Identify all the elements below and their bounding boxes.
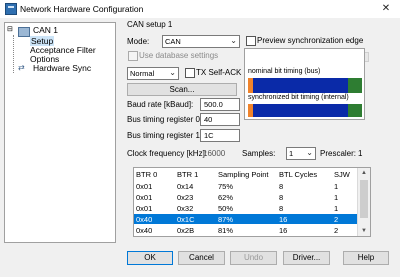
table-row[interactable]: 0x40 0x1C 87% 16 2 xyxy=(134,214,359,224)
col-header-sampling-point[interactable]: Sampling Point xyxy=(218,170,268,179)
bit-timing-panel: nominal bit timing (bus) synchronized bi… xyxy=(244,48,365,120)
cell-btl-cycles: 16 xyxy=(279,215,288,224)
cell-btr0: 0x40 xyxy=(136,215,153,224)
sync-prop-segment xyxy=(253,104,348,117)
collapse-icon[interactable]: ⊟ xyxy=(7,25,13,33)
samples-select[interactable]: 1 ⌄ xyxy=(286,147,316,160)
cell-btr1: 0x23 xyxy=(177,193,194,202)
table-row[interactable]: 0x01 0x14 75% 8 1 xyxy=(134,181,357,191)
scroll-down-icon[interactable]: ▼ xyxy=(358,226,370,236)
output-mode-select[interactable]: Normal ⌄ xyxy=(127,67,179,80)
cell-btr0: 0x01 xyxy=(136,204,153,213)
col-header-btr0[interactable]: BTR 0 xyxy=(136,170,157,179)
chevron-down-icon: ⌄ xyxy=(169,68,176,77)
nominal-phase2-segment xyxy=(348,78,362,93)
cell-btl-cycles: 16 xyxy=(279,226,288,235)
preview-sync-checkbox[interactable] xyxy=(246,36,256,46)
cell-btl-cycles: 8 xyxy=(279,182,284,191)
tree-line xyxy=(13,35,15,73)
table-scrollbar[interactable]: ▲ ▼ xyxy=(357,168,370,236)
app-icon xyxy=(5,3,17,15)
btr1-value: 1C xyxy=(204,131,214,140)
cancel-button[interactable]: Cancel xyxy=(178,251,225,265)
btr0-input[interactable]: 40 xyxy=(200,113,240,126)
col-header-sjw[interactable]: SJW xyxy=(334,170,350,179)
group-title: CAN setup 1 xyxy=(127,20,173,29)
mode-value: CAN xyxy=(165,37,181,46)
sync-icon: ⇄ xyxy=(18,63,25,72)
btr1-input[interactable]: 1C xyxy=(200,129,240,142)
table-row[interactable]: 0x01 0x32 50% 8 1 xyxy=(134,203,357,213)
prescaler-value: 1 xyxy=(358,149,363,158)
cell-sampling-point: 87% xyxy=(218,215,234,224)
clock-value: 16000 xyxy=(203,149,226,158)
undo-button[interactable]: Undo xyxy=(230,251,277,265)
cell-btr1: 0x2B xyxy=(177,226,195,235)
cell-btr1: 0x14 xyxy=(177,182,194,191)
window-title: Network Hardware Configuration xyxy=(20,4,144,14)
driver-button[interactable]: Driver... xyxy=(283,251,330,265)
btr0-value: 40 xyxy=(204,115,213,124)
table-row[interactable]: 0x01 0x23 62% 8 1 xyxy=(134,192,357,202)
use-db-label: Use database settings xyxy=(139,51,219,60)
help-button[interactable]: Help xyxy=(343,251,389,265)
cell-btl-cycles: 8 xyxy=(279,193,284,202)
output-mode-value: Normal xyxy=(130,69,155,78)
baud-rate-input[interactable]: 500.0 xyxy=(200,98,240,111)
tx-self-ack-label: TX Self-ACK xyxy=(196,68,242,77)
prescaler-label: Prescaler: xyxy=(320,149,357,158)
clock-label: Clock frequency [kHz]: xyxy=(127,149,208,158)
samples-label: Samples: xyxy=(242,149,276,158)
chevron-down-icon: ⌄ xyxy=(306,148,313,157)
btr0-label: Bus timing register 0: xyxy=(127,115,203,124)
mode-label: Mode: xyxy=(127,37,150,46)
nominal-prop-segment xyxy=(253,78,348,93)
baud-rate-value: 500.0 xyxy=(204,100,223,109)
tree-item-can1[interactable]: CAN 1 xyxy=(33,25,58,35)
cell-sjw: 2 xyxy=(334,226,339,235)
cell-btr1: 0x1C xyxy=(177,215,195,224)
cell-sampling-point: 75% xyxy=(218,182,234,191)
btr-table: BTR 0 BTR 1 Sampling Point BTL Cycles SJ… xyxy=(133,167,371,237)
cell-sjw: 2 xyxy=(334,215,339,224)
cell-sjw: 1 xyxy=(334,204,339,213)
navigation-tree: ⊟ CAN 1 Setup Acceptance Filter Options … xyxy=(4,22,116,243)
table-header: BTR 0 BTR 1 Sampling Point BTL Cycles SJ… xyxy=(134,169,357,179)
can-channel-icon xyxy=(18,27,30,37)
cell-sjw: 1 xyxy=(334,182,339,191)
btr1-label: Bus timing register 1: xyxy=(127,131,203,140)
cell-sjw: 1 xyxy=(334,193,339,202)
chevron-down-icon: ⌄ xyxy=(230,36,237,45)
cell-sampling-point: 62% xyxy=(218,193,234,202)
cell-btr0: 0x40 xyxy=(136,226,153,235)
col-header-btl-cycles[interactable]: BTL Cycles xyxy=(279,170,317,179)
cell-btr1: 0x32 xyxy=(177,204,194,213)
preview-sync-label: Preview synchronization edge xyxy=(257,36,364,45)
table-row[interactable]: 0x40 0x2B 81% 16 2 xyxy=(134,225,357,235)
baud-rate-label: Baud rate [kBaud]: xyxy=(127,100,194,109)
scan-button[interactable]: Scan... xyxy=(127,83,237,96)
ok-button[interactable]: OK xyxy=(127,251,173,265)
sync-timing-label: synchronized bit timing (internal) xyxy=(248,94,349,101)
nominal-timing-label: nominal bit timing (bus) xyxy=(248,68,321,75)
cell-btr0: 0x01 xyxy=(136,193,153,202)
sync-phase2-segment xyxy=(348,104,362,117)
samples-value: 1 xyxy=(289,149,294,158)
cell-btl-cycles: 8 xyxy=(279,204,284,213)
scroll-up-icon[interactable]: ▲ xyxy=(358,168,370,178)
cell-sampling-point: 81% xyxy=(218,226,234,235)
tx-self-ack-checkbox[interactable] xyxy=(185,68,195,78)
cell-btr0: 0x01 xyxy=(136,182,153,191)
mode-select[interactable]: CAN ⌄ xyxy=(162,35,240,48)
tree-item-hardware-sync[interactable]: Hardware Sync xyxy=(33,63,91,73)
scroll-thumb[interactable] xyxy=(360,180,368,218)
cell-sampling-point: 50% xyxy=(218,204,234,213)
title-bar: Network Hardware Configuration ✕ xyxy=(0,0,400,18)
col-header-btr1[interactable]: BTR 1 xyxy=(177,170,198,179)
use-db-checkbox[interactable] xyxy=(128,51,138,61)
close-icon[interactable]: ✕ xyxy=(378,1,394,17)
